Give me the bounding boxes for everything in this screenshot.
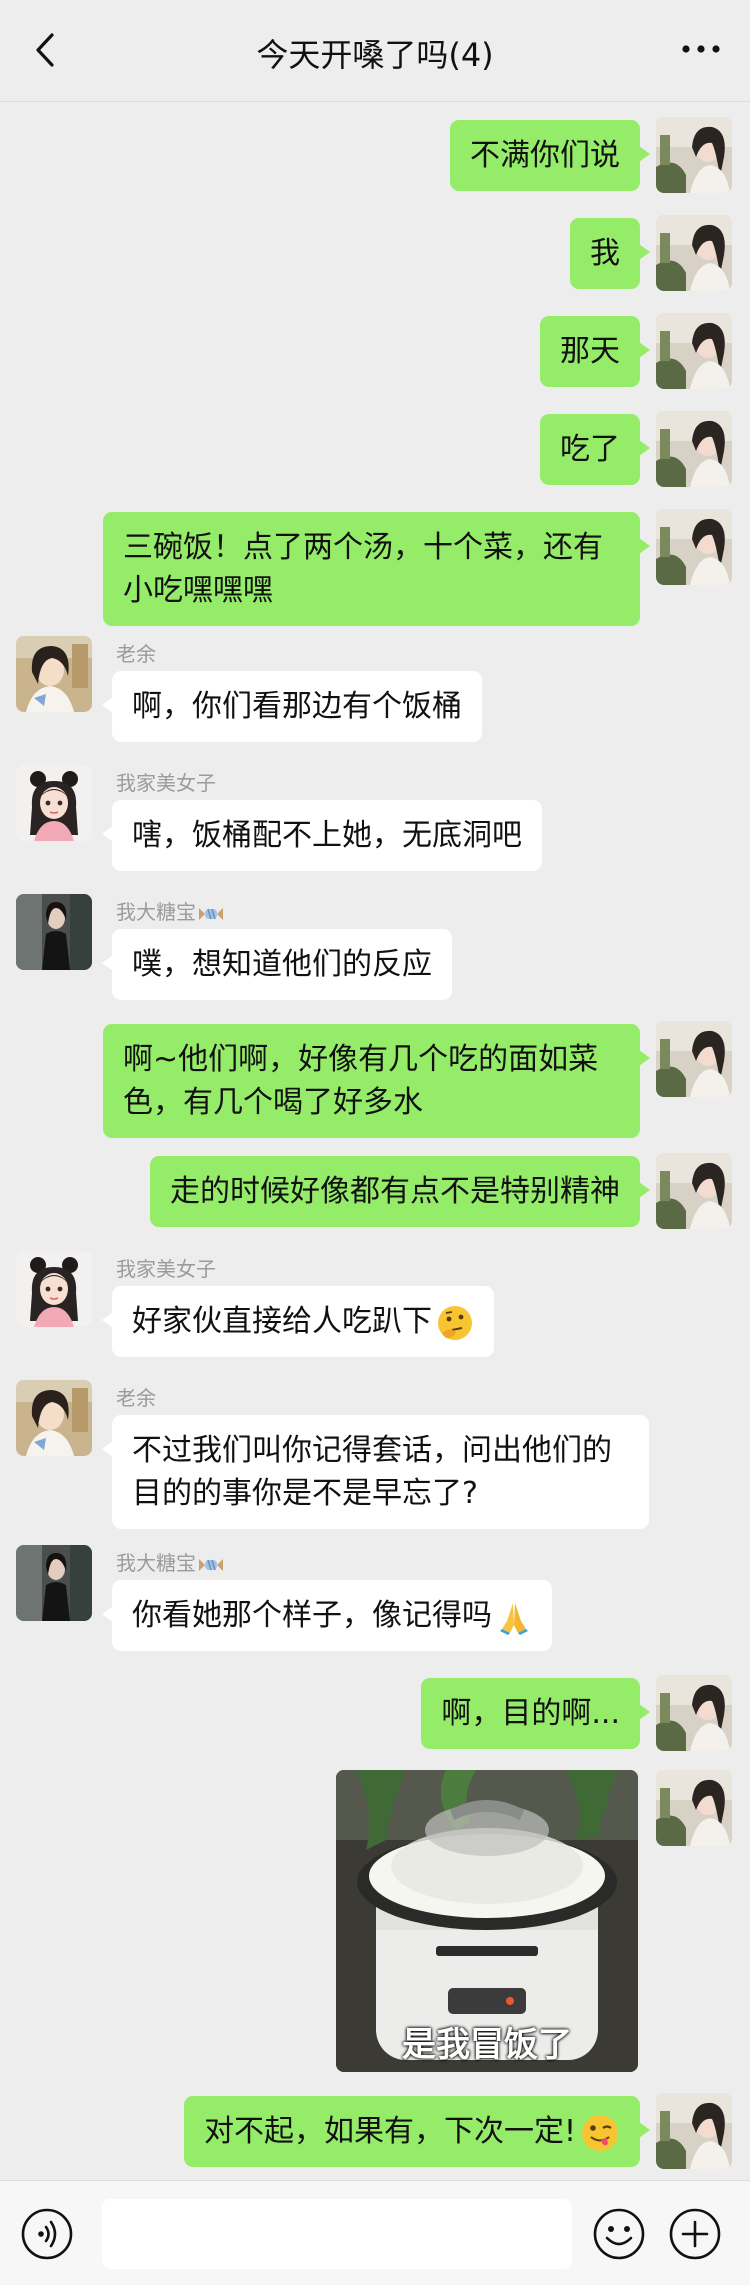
sender-avatar[interactable] [16, 765, 92, 841]
message-row: 走的时候好像都有点不是特别精神 [0, 1153, 750, 1229]
sender-avatar[interactable] [16, 1251, 92, 1327]
my-avatar[interactable] [656, 1153, 732, 1229]
my-avatar[interactable] [656, 411, 732, 487]
message-row: 对不起，如果有，下次一定! [0, 2093, 750, 2171]
message-bubble[interactable]: 三碗饭！点了两个汤，十个菜，还有小吃嘿嘿嘿 [103, 512, 650, 626]
message-list[interactable]: 不满你们说 我 那天 吃了 三碗饭！点了两个汤，十个菜，还有小吃嘿嘿嘿 老余 啊… [0, 103, 750, 2178]
message-bubble[interactable]: 好家伙直接给人吃趴下 [102, 1286, 494, 1357]
message-row: 老余 不过我们叫你记得套话，问出他们的目的的事你是不是早忘了? [0, 1380, 750, 1530]
message-bubble[interactable]: 我 [570, 218, 650, 289]
message-row: 啊，目的啊... [0, 1675, 750, 1751]
sender-name: 我家美女子 [116, 1257, 216, 1281]
my-avatar[interactable] [656, 1021, 732, 1097]
message-row: 啊~他们啊，好像有几个吃的面如菜色，有几个喝了好多水 [0, 1021, 750, 1138]
sender-avatar[interactable] [16, 894, 92, 970]
candy-icon [199, 1558, 223, 1571]
rice-cooker-sticker[interactable]: 是我冒饭了 [336, 1770, 638, 2072]
message-bubble[interactable]: 走的时候好像都有点不是特别精神 [150, 1156, 650, 1227]
folded-hands-icon [500, 1602, 528, 1635]
message-row: 我家美女子 好家伙直接给人吃趴下 [0, 1251, 750, 1363]
message-row: 不满你们说 [0, 117, 750, 193]
my-avatar[interactable] [656, 1675, 732, 1751]
sender-name: 老余 [116, 642, 156, 666]
my-avatar[interactable] [656, 509, 732, 585]
message-bubble[interactable]: 啊，你们看那边有个饭桶 [102, 671, 482, 742]
sender-name: 我大糖宝 [116, 1547, 224, 1576]
message-row: 我 [0, 215, 750, 291]
message-row: 是我冒饭了 [0, 1770, 750, 2074]
smiley-icon[interactable] [592, 2207, 646, 2261]
thinking-face-icon [438, 1305, 472, 1340]
message-bubble[interactable]: 吃了 [540, 414, 650, 485]
message-bubble[interactable]: 不过我们叫你记得套话，问出他们的目的的事你是不是早忘了? [102, 1415, 649, 1529]
sticker-caption: 是我冒饭了 [402, 2025, 572, 2065]
my-avatar[interactable] [656, 1770, 732, 1846]
sender-name: 老余 [116, 1386, 156, 1410]
message-row: 吃了 [0, 411, 750, 487]
message-row: 那天 [0, 313, 750, 389]
message-bubble[interactable]: 不满你们说 [450, 120, 650, 191]
input-bar [0, 2180, 750, 2285]
message-bubble[interactable]: 啊，目的啊... [421, 1678, 650, 1749]
message-row: 我大糖宝 你看她那个样子，像记得吗 [0, 1545, 750, 1657]
sender-name: 我大糖宝 [116, 896, 224, 925]
message-input[interactable] [102, 2199, 572, 2269]
message-bubble[interactable]: 嗐，饭桶配不上她，无底洞吧 [102, 800, 542, 871]
candy-icon [199, 907, 223, 920]
message-row: 三碗饭！点了两个汤，十个菜，还有小吃嘿嘿嘿 [0, 509, 750, 626]
message-row: 老余 啊，你们看那边有个饭桶 [0, 636, 750, 746]
my-avatar[interactable] [656, 117, 732, 193]
sender-avatar[interactable] [16, 636, 92, 712]
my-avatar[interactable] [656, 2093, 732, 2169]
message-bubble[interactable]: 噗，想知道他们的反应 [102, 929, 452, 1000]
chat-title: 今天开嗓了吗(4) [256, 36, 494, 74]
voice-icon[interactable] [20, 2207, 74, 2261]
message-row: 我家美女子 嗐，饭桶配不上她，无底洞吧 [0, 765, 750, 875]
message-bubble[interactable]: 那天 [540, 316, 650, 387]
my-avatar[interactable] [656, 215, 732, 291]
winking-face-tongue-icon [582, 2114, 618, 2151]
sender-avatar[interactable] [16, 1380, 92, 1456]
my-avatar[interactable] [656, 313, 732, 389]
sender-name: 我家美女子 [116, 771, 216, 795]
chat-header: 今天开嗓了吗(4) [0, 0, 750, 102]
message-row: 我大糖宝 噗，想知道他们的反应 [0, 894, 750, 1004]
more-dots-icon[interactable] [678, 34, 724, 64]
plus-circle-icon[interactable] [668, 2207, 722, 2261]
message-bubble[interactable]: 你看她那个样子，像记得吗 [102, 1580, 552, 1651]
message-bubble[interactable]: 啊~他们啊，好像有几个吃的面如菜色，有几个喝了好多水 [103, 1024, 650, 1138]
message-bubble[interactable]: 对不起，如果有，下次一定! [183, 2096, 651, 2167]
sender-avatar[interactable] [16, 1545, 92, 1621]
